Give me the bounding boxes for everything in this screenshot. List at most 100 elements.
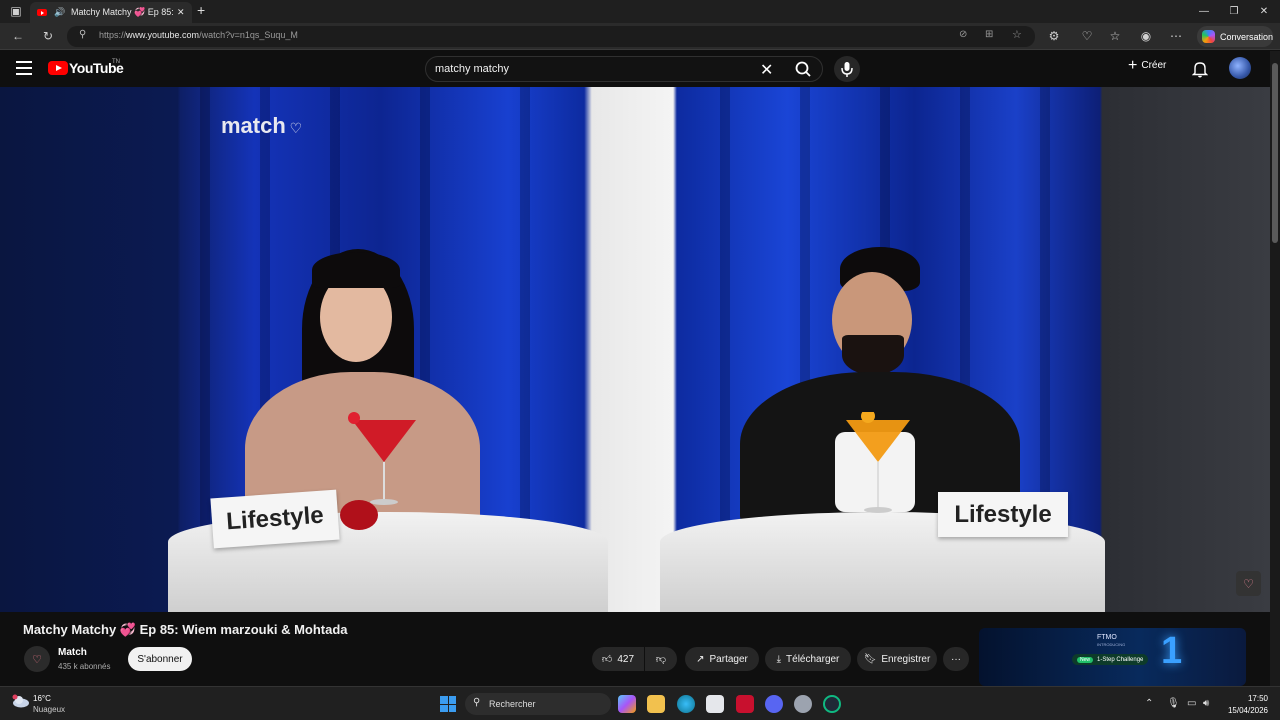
match-watermark: match ♡	[221, 113, 303, 138]
create-button[interactable]: + Créer	[1128, 56, 1167, 74]
notifications-bell-icon[interactable]	[1192, 60, 1208, 78]
extensions-icon[interactable]: ⚙	[1044, 26, 1064, 46]
show-hidden-icons-icon[interactable]: ⌃	[1145, 698, 1153, 709]
windows-taskbar: 16°C Nuageux ⚲ Rechercher ⌃ 🎙︎ ▭ 🔊︎ 17:5…	[0, 686, 1280, 720]
download-button[interactable]: ⤓ Télécharger	[765, 647, 851, 671]
search-icon[interactable]	[792, 60, 814, 78]
youtube-header: YouTube TN matchy matchy ✕ + Créer	[0, 51, 1280, 87]
page-scrollbar[interactable]	[1270, 51, 1280, 686]
weather-description[interactable]: Nuageux	[33, 705, 65, 714]
taskbar-search[interactable]: ⚲ Rechercher	[465, 693, 611, 715]
orange-cocktail-glass	[846, 412, 910, 513]
rose-decoration	[340, 500, 378, 530]
voice-search-button[interactable]	[834, 56, 860, 82]
channel-name[interactable]: Match	[58, 647, 87, 658]
tab-actions-icon[interactable]: ▣	[6, 1, 26, 21]
bookmark-icon: 🔖︎	[863, 653, 877, 665]
app-available-icon[interactable]: ⊞	[985, 29, 993, 40]
red-cocktail-glass	[348, 412, 416, 505]
dislike-button[interactable]: 👎︎	[645, 647, 677, 671]
save-button[interactable]: 🔖︎ Enregistrer	[857, 647, 937, 671]
taskbar-search-icon: ⚲	[473, 697, 481, 708]
ad-challenge-label: 1-Step Challenge	[1097, 656, 1144, 663]
copilot-conversation-button[interactable]: Conversation	[1197, 26, 1273, 47]
browser-essentials-icon[interactable]: ♡	[1077, 26, 1097, 46]
url-text: https://www.youtube.com/watch?v=n1qs_Suq…	[99, 30, 298, 40]
menu-icon[interactable]	[16, 61, 32, 75]
thumbs-up-icon: 👍︎	[601, 654, 613, 665]
cloud-weather-icon[interactable]	[12, 694, 30, 708]
menu-dots-icon[interactable]: ⋯	[1166, 26, 1186, 46]
restore-button[interactable]: ❐	[1218, 0, 1250, 23]
copilot-icon	[1202, 30, 1215, 43]
lifestyle-card-left: Lifestyle	[210, 489, 340, 549]
copilot-taskbar-icon[interactable]	[618, 695, 636, 713]
discord-icon[interactable]	[765, 695, 783, 713]
share-icon: ↗	[696, 653, 705, 665]
ad-new-badge: New	[1077, 656, 1094, 663]
ad-subtitle: INTRODUCING	[1097, 642, 1126, 647]
minimize-button[interactable]: —	[1188, 0, 1220, 23]
clock-time: 17:50	[1247, 694, 1268, 703]
conversation-label: Conversation	[1219, 31, 1273, 42]
refresh-icon[interactable]: ↻	[38, 26, 58, 46]
tab-close-icon[interactable]: ✕	[177, 7, 185, 18]
close-window-button[interactable]: ✕	[1248, 0, 1280, 23]
network-icon[interactable]: ▭	[1187, 698, 1196, 709]
new-tab-button[interactable]: +	[197, 2, 205, 18]
search-input[interactable]: matchy matchy	[435, 63, 509, 75]
app-icon[interactable]	[823, 695, 841, 713]
favorite-star-icon[interactable]: ☆	[1012, 28, 1022, 41]
taskbar-clock[interactable]: 17:50 15/04/2026	[1226, 694, 1268, 715]
share-label: Partager	[709, 653, 748, 665]
favorites-icon[interactable]: ☆	[1105, 26, 1125, 46]
store-icon[interactable]	[706, 695, 724, 713]
search-box[interactable]: matchy matchy ✕	[425, 56, 823, 82]
lifestyle-card-right: Lifestyle	[938, 492, 1068, 537]
site-info-icon[interactable]: ⚲	[79, 29, 86, 40]
create-label: Créer	[1141, 60, 1167, 71]
clear-search-icon[interactable]: ✕	[760, 60, 773, 80]
like-button[interactable]: 👍︎ 427	[592, 647, 644, 671]
youtube-favicon-icon	[37, 9, 47, 16]
channel-avatar[interactable]: ♡	[24, 646, 50, 672]
taskbar-search-label: Rechercher	[489, 699, 536, 709]
tab-title: Matchy Matchy 💞 Ep 85: W	[71, 7, 173, 17]
microphone-icon	[841, 62, 853, 77]
download-icon: ⤓	[776, 653, 782, 665]
ad-number: 1	[1161, 630, 1183, 672]
back-icon[interactable]: ←	[8, 26, 28, 46]
speaker-icon[interactable]: 🔊	[54, 7, 65, 18]
thumbs-down-icon: 👎︎	[655, 654, 667, 665]
video-title: Matchy Matchy 💞 Ep 85: Wiem marzouki & M…	[23, 622, 348, 637]
channel-branding-icon[interactable]: ♡	[1236, 571, 1261, 596]
subscriber-count: 435 k abonnés	[58, 662, 111, 671]
scrollbar-thumb[interactable]	[1272, 63, 1278, 243]
windows-start-icon[interactable]	[440, 696, 456, 712]
more-actions-button[interactable]: ···	[943, 647, 969, 671]
edge-browser-icon[interactable]	[677, 695, 695, 713]
profile-icon[interactable]: ◉	[1136, 26, 1156, 46]
sponsored-ad-banner[interactable]: FTMO INTRODUCING New 1-Step Challenge 1	[979, 628, 1246, 686]
weather-temperature[interactable]: 16°C	[33, 694, 51, 703]
plus-icon: +	[1128, 56, 1138, 74]
browser-tab[interactable]: 🔊 Matchy Matchy 💞 Ep 85: W ✕	[30, 2, 192, 23]
tracking-icon[interactable]: ⊘	[959, 29, 967, 40]
video-player[interactable]: match ♡ Lifestyle Lifestyle ♡	[0, 87, 1270, 612]
ad-challenge-tag: New 1-Step Challenge	[1072, 654, 1149, 665]
clock-date: 15/04/2026	[1227, 706, 1268, 715]
youtube-logo-icon[interactable]	[48, 61, 68, 75]
ad-brand: FTMO	[1097, 634, 1117, 641]
browser-navbar: ← ↻ ⚲ https://www.youtube.com/watch?v=n1…	[0, 23, 1280, 50]
share-button[interactable]: ↗ Partager	[685, 647, 759, 671]
browser-tab-strip: ▣ 🔊 Matchy Matchy 💞 Ep 85: W ✕ + — ❐ ✕	[0, 0, 1280, 23]
account-avatar[interactable]	[1229, 57, 1251, 79]
address-bar[interactable]: ⚲ https://www.youtube.com/watch?v=n1qs_S…	[67, 26, 1035, 47]
acrobat-icon[interactable]	[736, 695, 754, 713]
region-code: TN	[112, 59, 120, 65]
subscribe-button[interactable]: S'abonner	[128, 647, 192, 671]
microphone-tray-icon[interactable]: 🎙︎	[1167, 698, 1180, 709]
volume-icon[interactable]: 🔊︎	[1203, 698, 1209, 709]
settings-gear-icon[interactable]	[794, 695, 812, 713]
file-explorer-icon[interactable]	[647, 695, 665, 713]
